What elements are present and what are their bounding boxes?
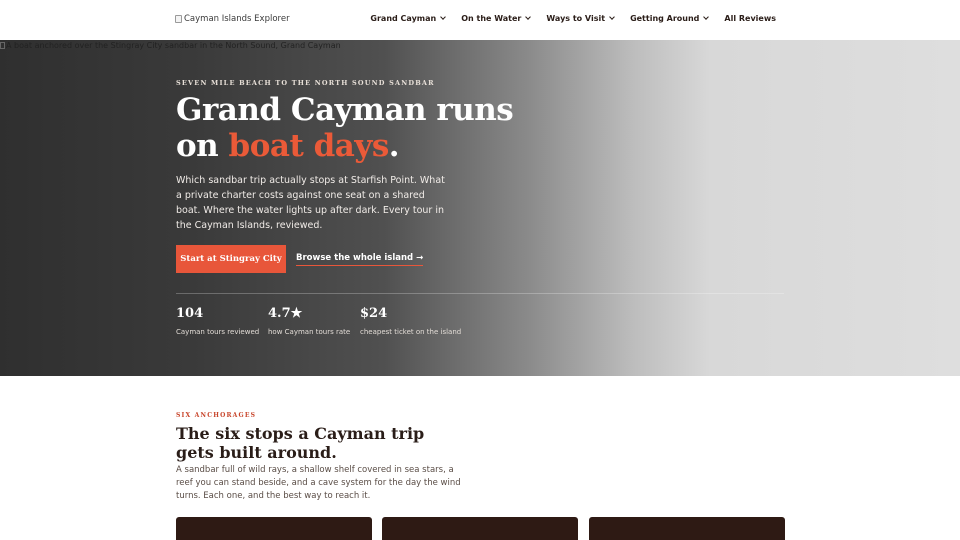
hero-image-alt: A boat anchored over the Stingray City s… (0, 41, 341, 50)
chevron-down-icon (440, 14, 447, 20)
nav-label: Getting Around (630, 14, 700, 23)
stat-value: $24 (360, 306, 388, 321)
stat-label: cheapest ticket on the island (360, 328, 462, 336)
hero-description: Which sandbar trip actually stops at Sta… (176, 175, 445, 231)
hero-section: A boat anchored over the Stingray City s… (0, 40, 960, 376)
stat-cheapest-ticket: $24 cheapest ticket on the island (360, 306, 461, 336)
site-header: Cayman Islands Explorer Grand Cayman On … (0, 0, 960, 40)
stops-title: The six stops a Cayman trip gets built a… (176, 424, 425, 462)
logo-alt-text: Cayman Islands Explorer (184, 14, 290, 24)
broken-image-icon (175, 15, 182, 23)
stat-label: Cayman tours reviewed (176, 328, 260, 336)
hero-image-alt-text: A boat anchored over the Stingray City s… (6, 41, 341, 50)
hero-eyebrow: SEVEN MILE BEACH TO THE NORTH SOUND SAND… (176, 79, 435, 87)
chevron-down-icon (609, 14, 615, 20)
hero-title-end: . (388, 128, 400, 164)
hero-divider (176, 293, 784, 294)
nav-item-getting-around[interactable]: Getting Around (630, 14, 710, 23)
start-stingray-city-button[interactable]: Start at Stingray City (176, 245, 286, 273)
stat-value: 104 (176, 306, 204, 321)
hero-title-accent: boat days (228, 128, 390, 164)
nav-item-on-the-water[interactable]: On the Water (461, 14, 532, 23)
nav-label: On the Water (461, 14, 522, 23)
nav-label: Grand Cayman (370, 14, 437, 23)
stops-description: A sandbar full of wild rays, a shallow s… (176, 465, 461, 501)
chevron-down-icon (703, 14, 710, 20)
nav-item-grand-cayman[interactable]: Grand Cayman (370, 14, 447, 23)
broken-image-icon (0, 42, 5, 49)
stops-kicker: SIX ANCHORAGES (176, 412, 257, 419)
stat-value: 4.7★ (268, 306, 303, 321)
nav-label: All Reviews (724, 14, 776, 23)
nav-label: Ways to Visit (546, 14, 606, 23)
stop-card[interactable] (589, 517, 785, 540)
browse-island-link[interactable]: Browse the whole island → (296, 253, 424, 266)
chevron-down-icon (525, 14, 532, 20)
stop-card[interactable] (176, 517, 372, 540)
stat-label: how Cayman tours rate (268, 328, 351, 336)
stat-tour-rating: 4.7★ how Cayman tours rate (268, 306, 350, 336)
nav-item-ways-to-visit[interactable]: Ways to Visit (546, 14, 615, 23)
stop-card[interactable] (382, 517, 578, 540)
stat-tours-reviewed: 104 Cayman tours reviewed (176, 306, 259, 336)
site-logo[interactable]: Cayman Islands Explorer (175, 14, 290, 24)
nav-item-all-reviews[interactable]: All Reviews (724, 14, 776, 23)
hero-title: Grand Cayman runs on boat days. (176, 92, 536, 164)
main-nav: Grand Cayman On the Water Ways to Visit … (354, 14, 776, 23)
